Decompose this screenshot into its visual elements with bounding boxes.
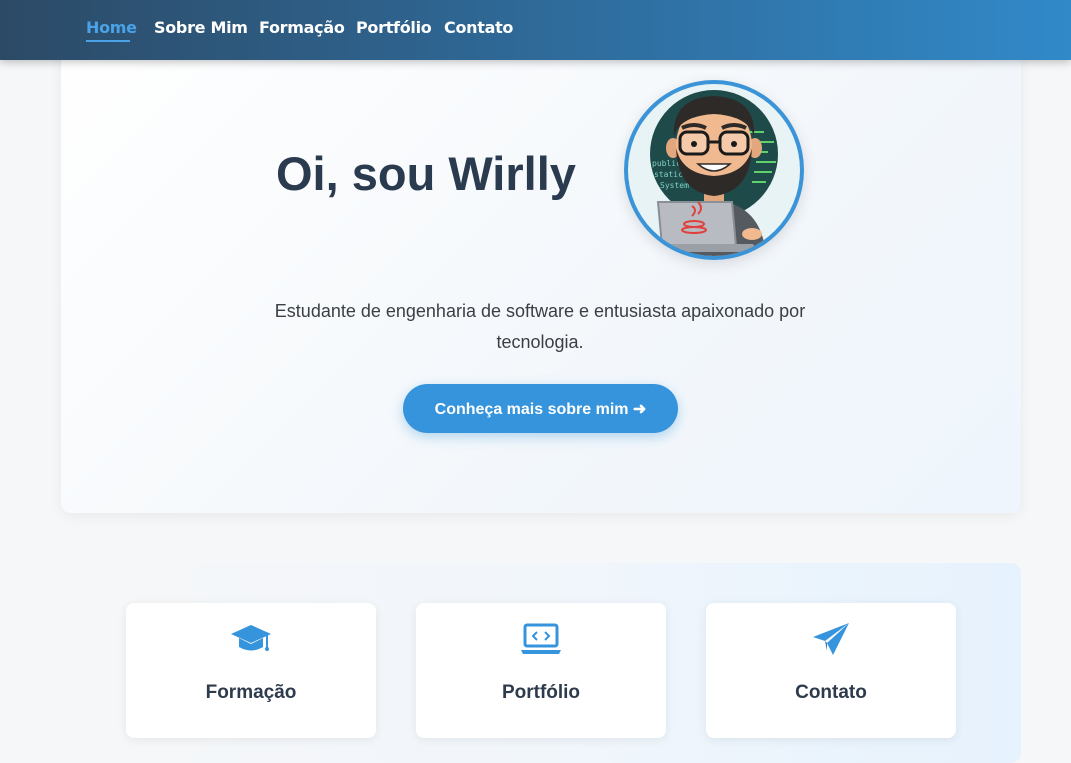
avatar-illustration: public static System <box>628 84 800 256</box>
card-formacao[interactable]: Formação <box>126 603 376 738</box>
nav-item-formacao[interactable]: Formação <box>259 18 345 37</box>
avatar: public static System <box>624 80 804 260</box>
nav-item-portfolio[interactable]: Portfólio <box>356 18 432 37</box>
graduation-cap-icon <box>229 621 273 662</box>
card-contato[interactable]: Contato <box>706 603 956 738</box>
card-portfolio[interactable]: Portfólio <box>416 603 666 738</box>
nav-active-underline <box>86 40 130 42</box>
card-label-contato: Contato <box>795 682 867 703</box>
code-line-3: System <box>660 181 689 190</box>
card-label-portfolio: Portfólio <box>501 682 581 703</box>
hero-title: Oi, sou Wirlly <box>276 147 576 200</box>
nav-item-home[interactable]: Home <box>86 18 137 37</box>
code-line-1: public <box>652 159 681 168</box>
developer-avatar-icon: public static System <box>650 90 778 256</box>
laptop-code-icon <box>519 621 563 662</box>
about-me-cta-button[interactable]: Conheça mais sobre mim ➜ <box>403 384 678 433</box>
hero-section <box>61 40 1021 513</box>
paper-plane-icon <box>809 621 853 662</box>
nav-item-contato[interactable]: Contato <box>444 18 513 37</box>
nav-item-sobre-mim[interactable]: Sobre Mim <box>154 18 248 37</box>
card-label-formacao: Formação <box>205 682 297 703</box>
hero-subtitle: Estudante de engenharia de software e en… <box>274 301 806 352</box>
top-navbar: Home Sobre Mim Formação Portfólio Contat… <box>0 0 1071 60</box>
cta-label: Conheça mais sobre mim ➜ <box>434 400 647 418</box>
code-line-2: static <box>654 170 683 179</box>
